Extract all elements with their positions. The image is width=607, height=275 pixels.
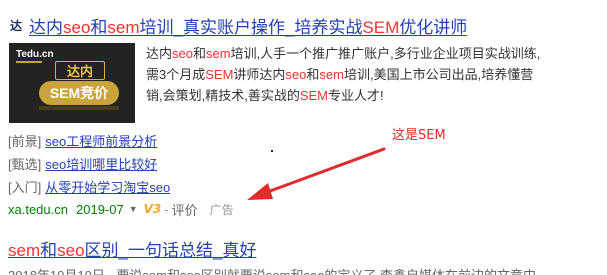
description-line: 需3个月成SEM讲师达内seo和sem培训,美国上市公司出品,培养懂营 — [146, 67, 534, 82]
ad-description: 达内seo和sem培训,人手一个推广推广账户,多行业企业项目实战训练, 需3个月… — [146, 43, 598, 106]
display-url[interactable]: xa.tedu.cn — [8, 202, 68, 217]
ad-title-link[interactable]: 达内seo和sem培训_真实账户操作_培养实战SEM优化讲师 — [29, 13, 467, 38]
ad-title-row: 达 达内seo和sem培训_真实账户操作_培养实战SEM优化讲师 — [8, 13, 467, 38]
stray-dot — [271, 150, 273, 152]
ad-label: 广告 — [209, 202, 234, 217]
ad-thumbnail[interactable]: Tedu.cn 达内 SEM竞价 — [9, 43, 135, 123]
meta-separator: - — [164, 201, 169, 217]
sub-link-beginner[interactable]: 从零开始学习淘宝seo — [45, 177, 170, 196]
v3-badge-icon[interactable]: V3 — [144, 202, 162, 216]
description-line: 销,会策划,精技术,善实战的SEM专业人才! — [146, 88, 384, 103]
sub-link-row: [前景] seo工程师前景分析 — [8, 129, 170, 152]
sub-link-prospects[interactable]: seo工程师前景分析 — [45, 131, 157, 150]
sub-link-selection[interactable]: seo培训哪里比较好 — [45, 154, 157, 173]
tedu-logo-icon: 达 — [8, 17, 24, 33]
ad-result: 达 达内seo和sem培训_真实账户操作_培养实战SEM优化讲师 Tedu.cn… — [0, 0, 607, 228]
sub-link-tag: [前景] — [8, 134, 42, 149]
result-title-link[interactable]: sem和seo区别_一句话总结_真好 — [8, 236, 256, 261]
thumbnail-main-text: SEM竞价 — [39, 81, 119, 105]
chevron-down-icon[interactable]: ▼ — [129, 204, 138, 214]
description-line: 达内seo和sem培训,人手一个推广推广账户,多行业企业项目实战训练, — [146, 46, 541, 61]
thumbnail-top-text: 达内 — [55, 61, 105, 80]
sub-link-row: [甄选] seo培训哪里比较好 — [8, 152, 170, 175]
ad-sub-links: [前景] seo工程师前景分析 [甄选] seo培训哪里比较好 [入门] 从零开… — [8, 129, 170, 198]
annotation-label: 这是SEM — [392, 128, 446, 143]
sub-link-tag: [甄选] — [8, 157, 42, 172]
ad-date: 2019-07 — [76, 201, 124, 217]
sub-link-tag: [入门] — [8, 180, 42, 195]
ad-meta-row: xa.tedu.cn 2019-07 ▼ V3 - 评价 广告 — [8, 200, 234, 218]
thumbnail-shadow — [39, 106, 119, 110]
review-link[interactable]: 评价 — [172, 200, 198, 219]
sub-link-row: [入门] 从零开始学习淘宝seo — [8, 175, 170, 198]
result-divider — [0, 228, 607, 229]
result-snippet: 2018年10月10日 - 要说sem和seo区别就要说sem和seo的定义了,… — [8, 265, 536, 275]
thumbnail-logo: Tedu.cn — [16, 49, 54, 60]
thumbnail-logo-underline — [16, 61, 42, 63]
